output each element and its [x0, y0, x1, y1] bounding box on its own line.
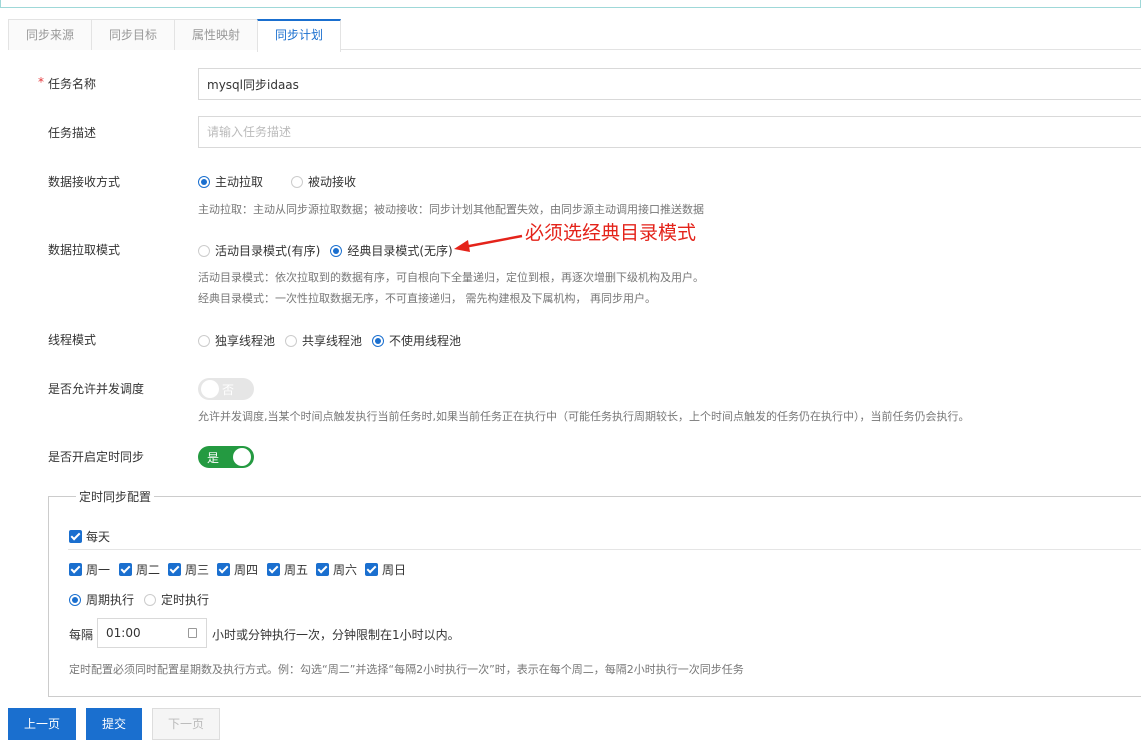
radio-passive-receive[interactable]: 被动接收 — [291, 173, 356, 190]
radio-label: 主动拉取 — [215, 175, 264, 189]
annotation-text: 必须选经典目录模式 — [525, 222, 697, 244]
annotation-arrow-icon — [454, 234, 523, 252]
radio-label: 被动接收 — [308, 175, 357, 189]
task-desc-label: 任务描述 — [48, 126, 97, 140]
switch-knob — [233, 448, 251, 466]
checkbox-label: 周三 — [185, 563, 210, 577]
checkbox-tue[interactable]: 周二 — [119, 561, 160, 578]
radio-label: 不使用线程池 — [389, 334, 462, 348]
schedule-note: 定时配置必须同时配置星期数及执行方式。例：勾选“周二”并选择“每隔2小时执行一次… — [69, 663, 744, 676]
radio-label: 经典目录模式(无序) — [347, 244, 453, 258]
tab-sync-source[interactable]: 同步来源 — [8, 19, 93, 50]
prev-page-button[interactable]: 上一页 — [8, 708, 76, 740]
calendar-icon — [188, 628, 197, 638]
checkbox-label: 周六 — [333, 563, 358, 577]
checkbox-fri[interactable]: 周五 — [267, 561, 308, 578]
pull-mode-group: 活动目录模式(有序) 经典目录模式(无序) — [198, 242, 467, 259]
checkbox-box — [267, 563, 280, 576]
checkbox-mon[interactable]: 周一 — [69, 561, 110, 578]
thread-mode-label: 线程模式 — [48, 333, 97, 347]
checkbox-box — [119, 563, 132, 576]
receive-mode-group: 主动拉取 被动接收 — [198, 173, 370, 190]
checkbox-box — [316, 563, 329, 576]
switch-knob — [201, 380, 219, 398]
pull-mode-hint-ad: 活动目录模式：依次拉取到的数据有序，可自根向下全量递归，定位到根，再逐次增删下级… — [198, 271, 704, 284]
radio-dot — [372, 334, 385, 347]
concurrent-label: 是否允许并发调度 — [48, 382, 145, 396]
tab-attribute-mapping[interactable]: 属性映射 — [174, 19, 259, 50]
switch-state-text: 否 — [222, 383, 235, 397]
submit-button[interactable]: 提交 — [86, 708, 142, 740]
tab-sync-target[interactable]: 同步目标 — [91, 19, 176, 50]
switch-state-text: 是 — [207, 451, 220, 465]
radio-no-pool[interactable]: 不使用线程池 — [372, 332, 461, 349]
checkbox-label: 周二 — [136, 563, 161, 577]
checkbox-wed[interactable]: 周三 — [168, 561, 209, 578]
concurrent-hint: 允许并发调度,当某个时间点触发执行当前任务时,如果当前任务正在执行中（可能任务执… — [198, 410, 970, 423]
radio-ad-mode[interactable]: 活动目录模式(有序) — [198, 242, 320, 259]
concurrent-switch[interactable]: 否 — [198, 378, 254, 400]
checkbox-box — [69, 530, 82, 543]
scheduled-switch[interactable]: 是 — [198, 446, 254, 468]
schedule-legend: 定时同步配置 — [76, 488, 155, 505]
receive-mode-label: 数据接收方式 — [48, 175, 121, 189]
radio-active-pull[interactable]: 主动拉取 — [198, 173, 263, 190]
schedule-divider — [68, 549, 1141, 550]
radio-timed[interactable]: 定时执行 — [144, 591, 209, 608]
step-tabs: 同步来源 同步目标 属性映射 同步计划 — [8, 19, 1141, 52]
radio-exclusive-pool[interactable]: 独享线程池 — [198, 332, 275, 349]
required-mark: * — [38, 75, 44, 89]
checkbox-box — [217, 563, 230, 576]
radio-label: 定时执行 — [161, 593, 210, 607]
radio-label: 活动目录模式(有序) — [215, 244, 321, 258]
checkbox-box — [168, 563, 181, 576]
checkbox-thu[interactable]: 周四 — [217, 561, 258, 578]
interval-suffix: 小时或分钟执行一次，分钟限制在1小时以内。 — [212, 628, 460, 642]
scheduled-label: 是否开启定时同步 — [48, 450, 145, 464]
pull-mode-label: 数据拉取模式 — [48, 243, 121, 257]
radio-dot — [198, 175, 210, 188]
receive-mode-hint: 主动拉取：主动从同步源拉取数据；被动接收：同步计划其他配置失效，由同步源主动调用… — [198, 203, 704, 216]
checkbox-label: 每天 — [86, 530, 111, 544]
exec-mode-group: 周期执行 定时执行 — [69, 591, 223, 608]
radio-dot — [330, 244, 343, 257]
radio-label: 共享线程池 — [302, 334, 363, 348]
radio-dot — [144, 593, 157, 606]
radio-dot — [285, 334, 298, 347]
radio-label: 独享线程池 — [215, 334, 276, 348]
next-page-button[interactable]: 下一页 — [152, 708, 220, 740]
radio-dot — [198, 244, 210, 257]
checkbox-label: 周五 — [284, 563, 309, 577]
task-desc-input[interactable] — [198, 116, 1141, 148]
checkbox-sat[interactable]: 周六 — [316, 561, 357, 578]
pull-mode-hint-classic: 经典目录模式：一次性拉取数据无序，不可直接递归， 需先构建根及下属机构， 再同步… — [198, 292, 656, 305]
top-banner-edge — [0, 0, 1141, 8]
checkbox-label: 周四 — [234, 563, 259, 577]
checkbox-every-day[interactable]: 每天 — [69, 528, 110, 545]
checkbox-box — [365, 563, 378, 576]
interval-time-value: 01:00 — [106, 626, 141, 640]
checkbox-label: 周一 — [86, 563, 111, 577]
radio-dot — [198, 334, 210, 347]
task-name-input[interactable] — [198, 68, 1141, 100]
thread-mode-group: 独享线程池 共享线程池 不使用线程池 — [198, 332, 475, 349]
radio-label: 周期执行 — [86, 593, 135, 607]
radio-periodic[interactable]: 周期执行 — [69, 591, 134, 608]
task-name-label: 任务名称 — [48, 77, 97, 91]
radio-classic-mode[interactable]: 经典目录模式(无序) — [330, 242, 453, 259]
checkbox-box — [69, 563, 82, 576]
radio-dot — [69, 593, 81, 606]
tab-sync-plan[interactable]: 同步计划 — [257, 19, 342, 52]
radio-dot — [291, 175, 304, 188]
radio-shared-pool[interactable]: 共享线程池 — [285, 332, 362, 349]
interval-prefix: 每隔 — [69, 628, 94, 642]
interval-time-input[interactable]: 01:00 — [97, 618, 207, 648]
checkbox-label: 周日 — [382, 563, 407, 577]
checkbox-sun[interactable]: 周日 — [365, 561, 406, 578]
